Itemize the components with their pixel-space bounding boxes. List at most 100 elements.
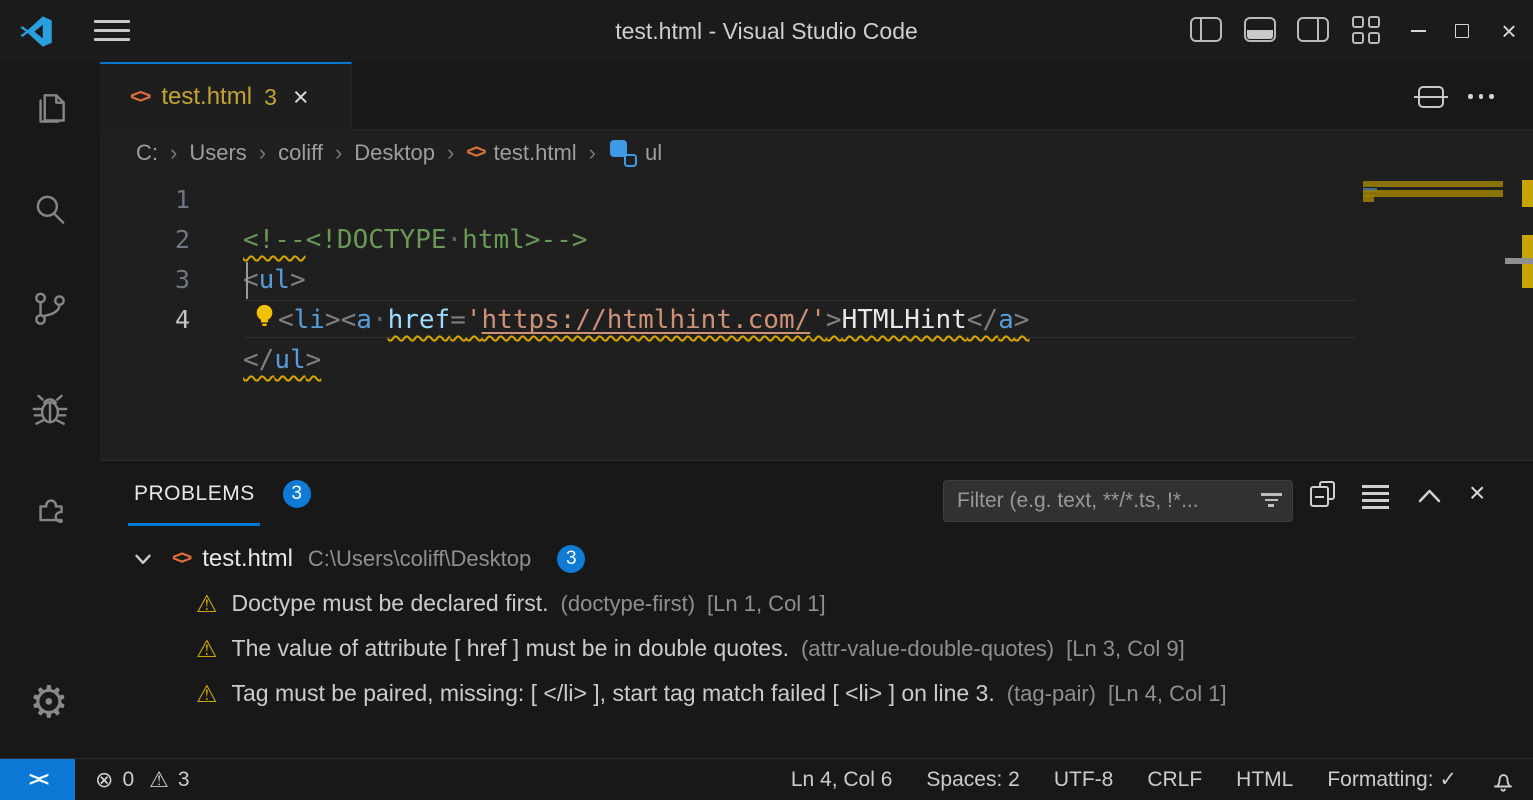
minimap-warning-line-3 [1363, 190, 1503, 197]
problems-count-badge: 3 [283, 480, 311, 508]
code-line-2[interactable]: <ul> [100, 220, 1400, 260]
toggle-panel-button[interactable] [1244, 17, 1276, 43]
close-window-button[interactable]: × [1487, 0, 1531, 62]
tab-label: test.html [161, 83, 252, 111]
breadcrumb-separator: › [447, 140, 454, 166]
language-mode-status[interactable]: HTML [1236, 768, 1293, 792]
remote-indicator[interactable]: >< [0, 759, 75, 800]
toggle-secondary-sidebar-button[interactable] [1297, 17, 1329, 43]
tag-token: ul [274, 345, 305, 375]
file-problems-badge: 3 [557, 545, 585, 573]
cursor-position-status[interactable]: Ln 4, Col 6 [791, 768, 893, 792]
breadcrumb-separator: › [589, 140, 596, 166]
maximize-panel-icon[interactable] [1416, 487, 1444, 515]
text-cursor [246, 262, 248, 299]
remote-icon: >< [29, 769, 46, 792]
problems-filter [943, 480, 1293, 522]
search-icon[interactable] [29, 189, 71, 231]
overview-ruler [1522, 176, 1533, 460]
code-line-1[interactable]: <!--<!DOCTYPE·html>--> [100, 180, 1400, 220]
problem-row[interactable]: ⚠ Tag must be paired, missing: [ </li> ]… [100, 671, 1533, 716]
split-editor-icon[interactable] [1418, 86, 1444, 108]
problems-summary[interactable]: ⊗ 0 ⚠ 3 [95, 759, 190, 800]
tab-strip: <> test.html 3 × [100, 62, 1533, 130]
active-tab-underline [128, 523, 260, 526]
punct-token: > [306, 345, 322, 375]
status-bar: >< ⊗ 0 ⚠ 3 Ln 4, Col 6 Spaces: 2 UTF-8 C… [0, 758, 1533, 800]
breadcrumb-separator: › [335, 140, 342, 166]
toggle-primary-sidebar-button[interactable] [1190, 17, 1222, 43]
problems-file-name: test.html [202, 545, 293, 573]
editor-group: <> test.html 3 × C: › Users › coliff › D… [100, 62, 1533, 758]
problems-file-row[interactable]: <> test.html C:\Users\coliff\Desktop 3 [100, 536, 1533, 581]
problems-tab-label: PROBLEMS [128, 482, 261, 506]
tab-problems[interactable]: PROBLEMS 3 [128, 461, 311, 527]
problem-row[interactable]: ⚠ The value of attribute [ href ] must b… [100, 626, 1533, 671]
formatting-label: Formatting: [1327, 768, 1433, 791]
problem-source: (attr-value-double-quotes) [801, 636, 1054, 662]
problems-file-path: C:\Users\coliff\Desktop [308, 546, 531, 572]
breadcrumb: C: › Users › coliff › Desktop › <> test.… [100, 130, 1533, 176]
overview-cursor-mark [1505, 258, 1533, 264]
warning-icon: ⚠ [196, 635, 218, 663]
filter-input[interactable] [944, 481, 1250, 521]
minimap-warning-line-1 [1363, 181, 1503, 187]
overview-warning-mark [1522, 180, 1533, 207]
html-file-icon: <> [466, 142, 484, 164]
chevron-down-icon[interactable] [130, 546, 156, 572]
eol-status[interactable]: CRLF [1147, 768, 1202, 792]
breadcrumb-separator: › [259, 140, 266, 166]
problem-location: [Ln 4, Col 1] [1108, 681, 1227, 707]
breadcrumb-symbol[interactable]: ul [645, 140, 662, 166]
errors-count: 0 [122, 768, 134, 792]
minimize-button[interactable] [1396, 0, 1440, 62]
view-as-table-icon[interactable] [1362, 485, 1390, 513]
breadcrumb-separator: › [170, 140, 177, 166]
customize-layout-button[interactable] [1352, 16, 1384, 42]
breadcrumb-users[interactable]: Users [189, 140, 246, 166]
collapse-all-icon[interactable] [1310, 481, 1338, 509]
check-icon: ✓ [1439, 767, 1457, 791]
more-actions-icon[interactable] [1468, 94, 1502, 99]
problem-message: The value of attribute [ href ] must be … [232, 635, 789, 662]
code-line-4[interactable]: </ul> [100, 300, 1400, 340]
extensions-icon[interactable] [29, 487, 71, 529]
problem-row[interactable]: ⚠ Doctype must be declared first. (docty… [100, 581, 1533, 626]
close-panel-icon[interactable]: × [1469, 479, 1497, 507]
problem-location: [Ln 3, Col 9] [1066, 636, 1185, 662]
errors-icon: ⊗ [95, 768, 113, 793]
maximize-button[interactable] [1440, 0, 1484, 62]
symbol-field-icon [610, 140, 637, 167]
warning-icon: ⚠ [196, 680, 218, 708]
title-bar: test.html - Visual Studio Code × [0, 0, 1533, 62]
filter-icon[interactable] [1260, 493, 1282, 510]
tab-test-html[interactable]: <> test.html 3 × [100, 62, 352, 130]
warnings-icon: ⚠ [149, 768, 169, 793]
breadcrumb-folder[interactable]: Desktop [354, 140, 435, 166]
code-editor[interactable]: 1 2 3 4 <!--<!DOCTYPE·html>--> <ul> <li>… [100, 176, 1533, 460]
vscode-window: test.html - Visual Studio Code × [0, 0, 1533, 800]
problem-message: Tag must be paired, missing: [ </li> ], … [232, 680, 995, 707]
explorer-icon[interactable] [29, 89, 71, 131]
warnings-count: 3 [178, 768, 190, 792]
minimap-warning-line-4 [1363, 195, 1374, 202]
encoding-status[interactable]: UTF-8 [1054, 768, 1114, 792]
breadcrumb-user[interactable]: coliff [278, 140, 323, 166]
breadcrumb-drive[interactable]: C: [136, 140, 158, 166]
activity-bar: ⚙ [0, 62, 100, 758]
formatting-status[interactable]: Formatting: ✓ [1327, 767, 1457, 792]
status-bar-right: Ln 4, Col 6 Spaces: 2 UTF-8 CRLF HTML Fo… [791, 759, 1515, 800]
source-control-icon[interactable] [29, 288, 71, 330]
breadcrumb-file[interactable]: test.html [494, 140, 577, 166]
problem-source: (doctype-first) [561, 591, 695, 617]
code-line-3[interactable]: <li><a·href='https://htmlhint.com/'>HTML… [100, 260, 1400, 300]
run-debug-icon[interactable] [29, 388, 71, 430]
notifications-bell-icon[interactable] [1491, 767, 1515, 793]
warning-icon: ⚠ [196, 590, 218, 618]
indentation-status[interactable]: Spaces: 2 [926, 768, 1019, 792]
minimap[interactable] [1363, 176, 1503, 460]
tab-warning-count: 3 [264, 84, 277, 111]
problem-location: [Ln 1, Col 1] [707, 591, 826, 617]
tab-close-icon[interactable]: × [293, 82, 309, 113]
settings-gear-icon[interactable]: ⚙ [29, 682, 71, 724]
